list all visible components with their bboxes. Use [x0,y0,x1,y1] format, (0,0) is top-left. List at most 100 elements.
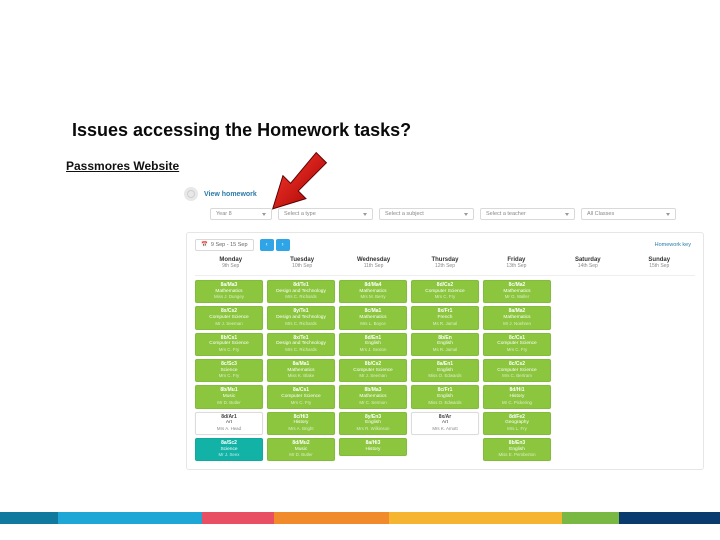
homework-card[interactable]: 8a/Ma3MathematicsMiss J. Dungey [195,280,263,303]
day-date: 10th Sep [267,263,336,269]
footer-stripe [0,512,720,524]
day-header: Tuesday10th Sep [266,255,337,275]
homework-card[interactable]: 8a/Cs1Computer ScienceMrs C. Fry [267,385,335,408]
date-range-label: 9 Sep - 15 Sep [211,242,248,248]
homework-key-label: Homework key [655,242,691,248]
homework-card[interactable]: 8x/Te1Design and TechnologyMrs C. Richar… [267,333,335,356]
card-teacher: Mrs A. Bright [271,426,331,431]
chevron-down-icon [666,213,670,216]
homework-card[interactable]: 8a/Hi3History [339,438,407,456]
day-column [555,280,623,461]
homework-card[interactable]: 8d/Fe2GeographyMrs L. Fry [483,412,551,435]
homework-card[interactable]: 8d/Hi1HistoryMr C. Pickering [483,385,551,408]
card-teacher: Mrs L. Fry [487,426,547,431]
card-teacher: Mrs C. Fry [271,400,331,405]
card-teacher: Miss E. Pemberton [487,452,547,457]
homework-card[interactable]: 8b/En3EnglishMiss E. Pemberton [483,438,551,461]
class-select-label: All Classes [587,211,614,217]
card-teacher: Mrs K. Arnott [415,426,475,431]
day-header: Monday9th Sep [195,255,266,275]
card-teacher: Mr J. Noehren [487,321,547,326]
day-header: Thursday12th Sep [409,255,480,275]
subject-select[interactable]: Select a subject [379,208,474,220]
card-teacher: Mrs M. Berry [343,294,403,299]
day-column [627,280,695,461]
day-date: 9th Sep [196,263,265,269]
day-column: 8c/Ma2MathematicsMr G. Waller 8a/Ma2Mathe… [483,280,551,461]
homework-card[interactable]: 8c/Sc3ScienceMrs C. Fry [195,359,263,382]
filter-row: Year 8 Select a type Select a subject Se… [180,206,710,226]
day-date: 11th Sep [339,263,408,269]
day-header: Wednesday11th Sep [338,255,409,275]
card-teacher: Mr D. Butler [271,452,331,457]
view-homework-label[interactable]: View homework [204,191,257,198]
prev-week-button[interactable]: ‹ [260,239,274,251]
homework-app: View homework Year 8 Select a type Selec… [180,182,710,492]
homework-card[interactable]: 8a/Ma2MathematicsMr J. Noehren [483,306,551,329]
homework-card[interactable]: 8x/ArArtMrs K. Arnott [411,412,479,435]
red-pointer-arrow [265,150,329,214]
homework-card[interactable]: 8c/Cs1Computer ScienceMrs C. Fry [483,333,551,356]
homework-card[interactable]: 8d/Cs2Computer ScienceMrs C. Fry [411,280,479,303]
card-teacher: Mrs A. Head [199,426,259,431]
homework-key-toggle[interactable]: Homework key [655,242,695,248]
homework-card[interactable]: 8b/Mu1MusicMr D. Butler [195,385,263,408]
day-header: Friday13th Sep [481,255,552,275]
homework-card[interactable]: 8d/Ar1ArtMrs A. Head [195,412,263,435]
homework-card[interactable]: 8y/Te1Design and TechnologyMrs C. Richar… [267,306,335,329]
app-header: View homework [180,182,710,206]
calendar-panel: 📅 9 Sep - 15 Sep ‹ › Homework key Monday… [186,232,704,470]
card-teacher: Mrs J. Sexton [343,347,403,352]
card-teacher: Mrs C. Richards [271,321,331,326]
day-column: 8d/Te1Design and TechnologyMrs C. Richar… [267,280,335,461]
homework-card[interactable]: 8b/Cs2Computer ScienceMr J. Seeman [339,359,407,382]
class-select[interactable]: All Classes [581,208,676,220]
chevron-down-icon [464,213,468,216]
day-column: 8d/Ma4MathematicsMrs M. Berry 8c/Ma1Mathe… [339,280,407,461]
homework-card[interactable]: 8d/Te1Design and TechnologyMrs C. Richar… [267,280,335,303]
card-teacher: Mrs C. Richards [271,347,331,352]
homework-card[interactable]: 8c/Ma1MathematicsMrs L. Boyce [339,306,407,329]
day-header: Saturday14th Sep [552,255,623,275]
day-header: Sunday15th Sep [624,255,695,275]
homework-card[interactable]: 8b/Cs1Computer ScienceMrs C. Fry [195,333,263,356]
card-teacher: Mr J. Seex [199,452,259,457]
homework-card[interactable]: 8c/Cs2Computer ScienceMrs C. Bertram [483,359,551,382]
card-teacher: Mrs C. Richards [271,294,331,299]
homework-card[interactable]: 8x/Fr1FrenchMs R. Jamal [411,306,479,329]
card-teacher: Ms R. Jamal [415,347,475,352]
chevron-down-icon [363,213,367,216]
card-teacher: Mr C. Sermon [343,400,403,405]
card-teacher: Ms R. Jamal [415,321,475,326]
card-teacher: Mr D. Butler [199,400,259,405]
homework-card[interactable]: 8y/En3EnglishMrs R. Wilkinson [339,412,407,435]
homework-card[interactable]: 8a/En1EnglishMiss O. Edwards [411,359,479,382]
card-teacher: Miss O. Edwards [415,373,475,378]
year-select-label: Year 8 [216,211,232,217]
date-range-input[interactable]: 📅 9 Sep - 15 Sep [195,239,254,251]
card-teacher: Mrs L. Boyce [343,321,403,326]
year-select[interactable]: Year 8 [210,208,272,220]
subtitle-link[interactable]: Passmores Website [66,159,179,173]
card-teacher: Miss O. Edwards [415,400,475,405]
day-date: 15th Sep [625,263,694,269]
homework-card[interactable]: 8d/En1EnglishMrs J. Sexton [339,333,407,356]
homework-card[interactable]: 8c/Ma2MathematicsMr G. Waller [483,280,551,303]
homework-card[interactable]: 8d/Ma4MathematicsMrs M. Berry [339,280,407,303]
card-teacher: Mr J. Seeman [199,321,259,326]
teacher-select[interactable]: Select a teacher [480,208,575,220]
homework-card[interactable]: 8a/Ma1MathematicsMiss K. Blake [267,359,335,382]
next-week-button[interactable]: › [276,239,290,251]
homework-card[interactable]: 8x/Cs2Computer ScienceMr J. Seeman [195,306,263,329]
homework-card[interactable]: 8c/Hi3HistoryMrs A. Bright [267,412,335,435]
homework-card[interactable]: 8b/EnEnglishMs R. Jamal [411,333,479,356]
homework-card[interactable]: 8b/Ma3MathematicsMr C. Sermon [339,385,407,408]
homework-card[interactable]: 8c/Fr1EnglishMiss O. Edwards [411,385,479,408]
homework-card[interactable]: 8a/Sc2ScienceMr J. Seex [195,438,263,461]
card-teacher: Mrs C. Bertram [487,373,547,378]
day-date: 14th Sep [553,263,622,269]
logo-icon [184,187,198,201]
title-banner: Issues accessing the Homework tasks? [66,110,516,150]
homework-card[interactable]: 8d/Mu2MusicMr D. Butler [267,438,335,461]
chevron-down-icon [565,213,569,216]
